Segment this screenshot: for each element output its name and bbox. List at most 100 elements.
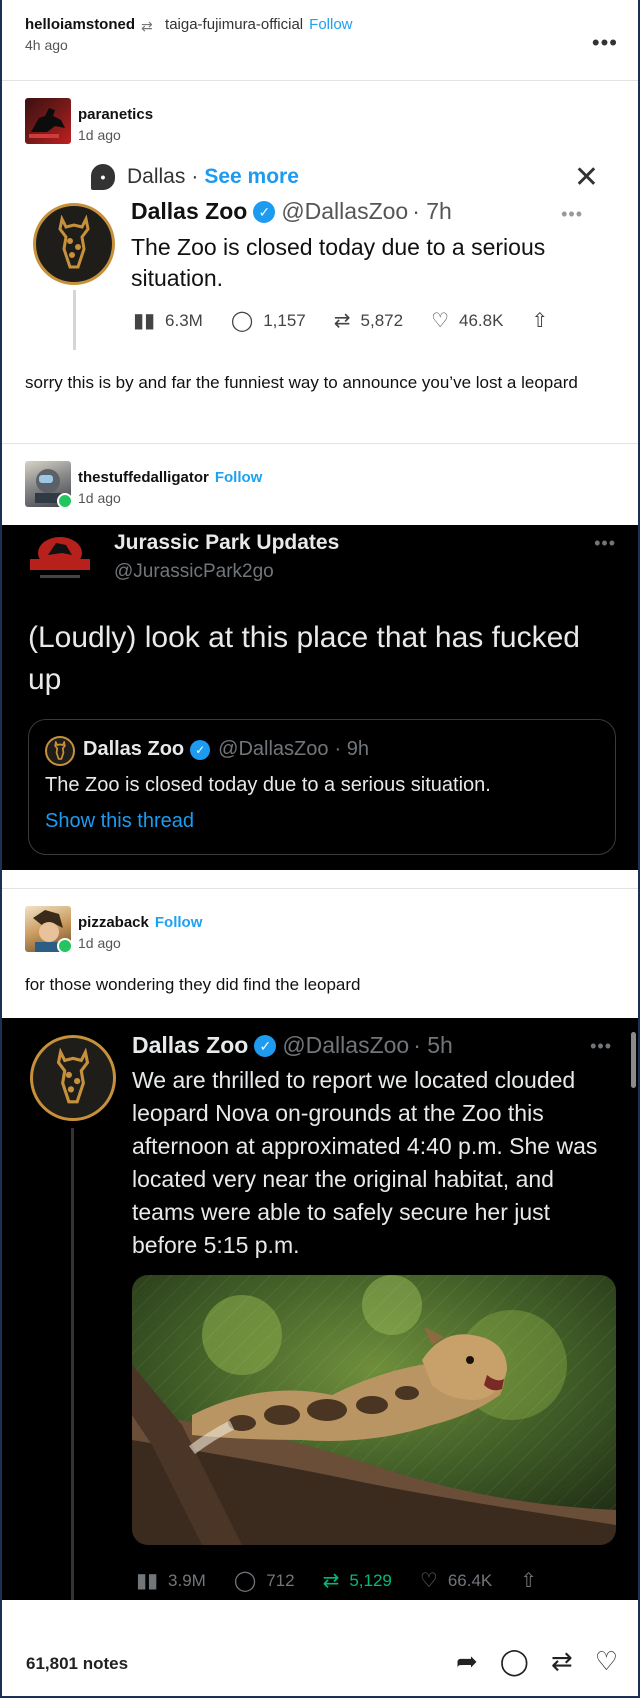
dallas-zoo-tweet[interactable]: Dallas Zoo ✓ @DallasZoo · 5h ••• We are … [2,1018,638,1600]
reply-count: 712 [266,1570,295,1590]
views-count: 3.9M [168,1570,206,1590]
post-footer: 61,801 notes ➦ ◯ ⇄ ♡ [2,1620,638,1696]
verified-badge-icon: ✓ [190,739,211,760]
avatar[interactable] [25,98,71,144]
heart-icon: ♡ [431,310,449,332]
leopard-photo[interactable] [132,1275,616,1545]
follow-button[interactable]: Follow [155,914,203,931]
thread-line [71,1128,74,1600]
dallas-zoo-avatar[interactable] [33,203,115,285]
dallas-zoo-avatar[interactable] [30,1035,116,1121]
post-age: 1d ago [78,127,121,143]
reply-icon[interactable]: ◯ [500,1646,529,1677]
verified-badge-icon: ✓ [254,1034,277,1057]
scrollbar-thumb[interactable] [631,1032,636,1088]
tweet-topic: • Dallas · See more [91,164,299,190]
views-icon: ▮▮ [133,310,156,332]
show-thread-link[interactable]: Show this thread [45,810,194,833]
tweet-handle[interactable]: @DallasZoo [281,198,408,225]
tweet-age: · 7h [412,198,452,224]
online-badge-icon [57,493,73,509]
reblog-user-row: pizzaback Follow 1d ago [25,906,203,954]
reply-stat[interactable]: ◯ 1,157 [231,308,306,333]
quoted-author[interactable]: Dallas Zoo [83,738,184,761]
retweet-stat[interactable]: ⇄ 5,872 [334,308,403,333]
tweet-more-icon[interactable]: ••• [594,533,616,554]
embedded-tweet[interactable]: • Dallas · See more ✕ Dallas Zoo ✓ @Dall… [25,160,619,350]
heart-icon[interactable]: ♡ [595,1646,618,1677]
retweet-icon: ⇄ [322,1570,340,1592]
reply-stat[interactable]: ◯ 712 [234,1568,295,1593]
reply-icon: ◯ [233,1570,257,1592]
avatar[interactable] [25,906,73,954]
tweet-stats: ▮▮ 6.3M ◯ 1,157 ⇄ 5,872 ♡ 46.8K ⇧ [133,308,586,333]
reblog-icon: ⇄ [141,17,153,34]
reblog-user-row: paranetics 1d ago [25,98,153,144]
tweet-text: We are thrilled to report we located clo… [132,1067,598,1258]
follow-button[interactable]: Follow [215,469,263,486]
quoted-tweet[interactable]: Dallas Zoo ✓ @DallasZoo · 9h The Zoo is … [28,719,616,855]
jurassic-park-logo-icon [30,537,90,578]
username[interactable]: thestuffedalligator [78,469,209,486]
jurassic-park-tweet[interactable]: Jurassic Park Updates @JurassicPark2go •… [2,525,638,870]
avatar[interactable] [25,461,73,509]
tweet-age: · 5h [413,1032,453,1058]
giraffe-logo-icon [56,1048,90,1104]
follow-button[interactable]: Follow [309,16,352,33]
username[interactable]: paranetics [78,106,153,123]
dallas-zoo-avatar [45,736,75,766]
tweet-author[interactable]: Jurassic Park Updates [114,531,339,555]
post-author[interactable]: helloiamstoned [25,16,135,33]
views-stat[interactable]: ▮▮ 3.9M [136,1568,206,1593]
reply-icon: ◯ [230,310,254,332]
tweet-author[interactable]: Dallas Zoo [131,198,247,225]
see-more-link[interactable]: See more [204,165,299,189]
share-icon: ⇧ [520,1570,538,1592]
tweet-more-icon[interactable]: ••• [561,204,583,225]
post-age: 1d ago [78,935,121,951]
divider [2,888,638,889]
topic-separator: · [191,165,199,188]
tweet-handle[interactable]: @JurassicPark2go [114,561,274,583]
views-icon: ▮▮ [136,1570,159,1592]
like-stat[interactable]: ♡ 46.8K [431,308,503,333]
close-icon[interactable]: ✕ [574,160,599,195]
notes-count[interactable]: 61,801 notes [26,1654,128,1674]
tweet-more-icon[interactable]: ••• [590,1036,612,1057]
tweet-author[interactable]: Dallas Zoo [132,1032,248,1059]
reblog-icon[interactable]: ⇄ [551,1646,573,1677]
tweet-handle[interactable]: @DallasZoo [282,1032,409,1059]
share-icon[interactable]: ➦ [456,1646,478,1677]
share-stat[interactable]: ⇧ [520,1568,547,1593]
tweet-text: (Loudly) look at this place that has fuc… [28,621,580,696]
views-stat[interactable]: ▮▮ 6.3M [133,308,203,333]
heart-icon: ♡ [419,1570,438,1592]
username[interactable]: pizzaback [78,914,149,931]
retweet-stat[interactable]: ⇄ 5,129 [323,1568,392,1593]
more-options-icon[interactable]: ••• [592,30,618,56]
like-stat[interactable]: ♡ 66.4K [420,1568,492,1593]
tweet-text: The Zoo is closed today due to a serious… [131,234,546,291]
divider [2,80,638,81]
divider [2,443,638,444]
quoted-text: The Zoo is closed today due to a serious… [45,774,491,796]
retweet-count: 5,129 [349,1570,392,1590]
retweet-count: 5,872 [360,310,404,330]
godzilla-avatar-icon [29,108,65,138]
topic-icon: • [91,164,115,190]
giraffe-logo-icon [54,741,66,760]
retweet-icon: ⇄ [333,310,351,332]
tweet-author-row: Dallas Zoo ✓ @DallasZoo · 7h [131,198,452,225]
topic-label: Dallas [127,165,186,188]
views-count: 6.3M [165,310,203,330]
online-badge-icon [57,938,73,954]
thread-line [73,290,76,350]
post-age: 1d ago [78,490,121,506]
reblogged-from[interactable]: taiga-fujimura-official [165,16,303,33]
like-count: 46.8K [459,310,504,330]
verified-badge-icon: ✓ [253,200,276,223]
share-stat[interactable]: ⇧ [531,308,558,333]
post-caption: sorry this is by and far the funniest wa… [25,373,578,392]
jurassic-park-logo[interactable] [26,533,94,585]
quoted-handle[interactable]: @DallasZoo [218,738,328,761]
